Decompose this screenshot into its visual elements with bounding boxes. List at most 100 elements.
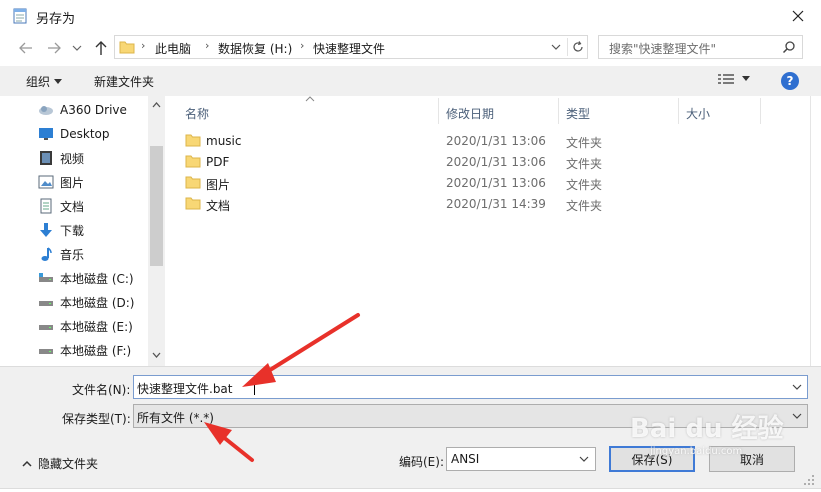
folder-icon xyxy=(185,133,201,147)
folder-icon xyxy=(119,40,135,54)
chevron-down-icon xyxy=(792,384,802,390)
column-divider[interactable] xyxy=(760,98,761,124)
drive-icon xyxy=(38,270,54,286)
breadcrumb-separator: › xyxy=(141,39,146,52)
chevron-down-icon xyxy=(578,453,590,465)
chevron-down-icon xyxy=(152,352,161,358)
drive-icon xyxy=(38,294,54,310)
scroll-down-button[interactable] xyxy=(148,348,165,362)
organize-button[interactable]: 组织 xyxy=(26,73,63,90)
sidebar-item-documents[interactable]: 文档 xyxy=(38,196,84,216)
file-row[interactable]: PDF 2020/1/31 13:06 文件夹 xyxy=(185,152,785,172)
hide-folders-label: 隐藏文件夹 xyxy=(38,457,99,471)
sort-ascending-icon xyxy=(305,96,315,102)
pictures-icon xyxy=(38,174,54,190)
search-input[interactable]: 搜索"快速整理文件" xyxy=(598,35,803,59)
refresh-button[interactable] xyxy=(567,38,587,56)
sidebar-item-drive-f[interactable]: 本地磁盘 (F:) xyxy=(38,340,131,360)
file-row[interactable]: 文档 2020/1/31 14:39 文件夹 xyxy=(185,194,785,214)
file-row[interactable]: music 2020/1/31 13:06 文件夹 xyxy=(185,131,785,151)
encoding-select[interactable]: ANSI xyxy=(446,447,596,471)
column-header-type[interactable]: 类型 xyxy=(566,105,590,122)
sidebar-item-pictures[interactable]: 图片 xyxy=(38,172,84,192)
column-divider[interactable] xyxy=(438,98,439,124)
file-modified: 2020/1/31 13:06 xyxy=(446,134,546,148)
documents-icon xyxy=(38,198,54,214)
column-header-size[interactable]: 大小 xyxy=(686,105,710,122)
details-view-icon xyxy=(718,74,734,84)
video-icon xyxy=(38,150,54,166)
chevron-down-icon xyxy=(72,45,82,51)
recent-locations-button[interactable] xyxy=(68,38,86,58)
sidebar-item-label: 本地磁盘 (D:) xyxy=(60,295,135,310)
sidebar-item-label: 图片 xyxy=(60,175,85,190)
sidebar-item-desktop[interactable]: Desktop xyxy=(38,124,110,144)
sidebar-item-music[interactable]: 音乐 xyxy=(38,244,84,264)
chevron-up-icon xyxy=(22,460,32,467)
forward-button[interactable] xyxy=(42,38,66,58)
caret-down-icon xyxy=(742,76,750,81)
notepad-icon xyxy=(12,8,28,24)
breadcrumb-folder[interactable]: 快速整理文件 xyxy=(313,40,385,57)
title-bar xyxy=(0,0,821,32)
baidu-watermark-url: jingyan.baidu.com xyxy=(650,446,743,457)
caret-down-icon xyxy=(54,78,63,84)
chevron-down-icon xyxy=(551,44,561,50)
file-type: 文件夹 xyxy=(566,199,603,213)
chevron-down-icon xyxy=(791,410,803,422)
resize-grip-icon[interactable] xyxy=(803,474,815,486)
folder-icon xyxy=(185,175,201,189)
filetype-label: 保存类型(T): xyxy=(62,412,131,426)
sidebar-item-drive-d[interactable]: 本地磁盘 (D:) xyxy=(38,292,134,312)
encoding-label: 编码(E): xyxy=(399,455,444,469)
sidebar-item-label: 文档 xyxy=(60,199,85,214)
filename-value: 快速整理文件.bat xyxy=(137,382,233,396)
folder-icon xyxy=(185,196,201,210)
arrow-right-icon xyxy=(48,42,61,54)
arrow-left-icon xyxy=(19,42,32,54)
filename-label: 文件名(N): xyxy=(72,383,131,397)
close-button[interactable] xyxy=(775,0,821,32)
chevron-up-icon xyxy=(152,102,161,108)
arrow-up-icon xyxy=(95,41,107,55)
file-type: 文件夹 xyxy=(566,157,603,171)
file-modified: 2020/1/31 13:06 xyxy=(446,155,546,169)
sidebar-item-label: 下载 xyxy=(60,223,85,238)
music-icon xyxy=(38,246,54,262)
file-type: 文件夹 xyxy=(566,178,603,192)
file-name: 文档 xyxy=(206,199,231,213)
cloud-icon xyxy=(38,102,54,118)
up-button[interactable] xyxy=(90,37,112,59)
breadcrumb-this-pc[interactable]: 此电脑 xyxy=(155,40,191,57)
file-modified: 2020/1/31 13:06 xyxy=(446,176,546,190)
sidebar-item-videos[interactable]: 视频 xyxy=(38,148,84,168)
baidu-watermark: Bai du 经验 xyxy=(630,414,784,444)
help-button[interactable]: ? xyxy=(781,72,799,90)
hide-folders-toggle[interactable]: 隐藏文件夹 xyxy=(22,455,98,472)
column-header-name[interactable]: 名称 xyxy=(185,105,209,122)
sidebar-item-a360-drive[interactable]: A360 Drive xyxy=(38,100,127,120)
filename-field[interactable]: 快速整理文件.bat xyxy=(133,375,808,399)
address-dropdown-button[interactable] xyxy=(549,40,563,54)
column-divider[interactable] xyxy=(678,98,679,124)
sidebar-item-drive-c[interactable]: 本地磁盘 (C:) xyxy=(38,268,134,288)
search-placeholder: 搜索"快速整理文件" xyxy=(609,42,717,56)
new-folder-button[interactable]: 新建文件夹 xyxy=(94,73,154,90)
refresh-icon xyxy=(572,41,583,52)
file-row[interactable]: 图片 2020/1/31 13:06 文件夹 xyxy=(185,173,785,193)
file-name: 图片 xyxy=(206,178,231,192)
filename-history-dropdown[interactable] xyxy=(791,381,803,393)
sidebar-item-label: 视频 xyxy=(60,151,85,166)
sidebar-item-downloads[interactable]: 下载 xyxy=(38,220,84,240)
back-button[interactable] xyxy=(14,38,38,58)
encoding-value: ANSI xyxy=(451,452,480,466)
scroll-up-button[interactable] xyxy=(148,98,165,112)
sidebar-scroll-thumb[interactable] xyxy=(150,146,163,266)
address-bar[interactable]: › 此电脑 › 数据恢复 (H:) › 快速整理文件 xyxy=(114,35,588,59)
view-options-button[interactable] xyxy=(718,73,750,85)
column-divider[interactable] xyxy=(558,98,559,124)
breadcrumb-drive[interactable]: 数据恢复 (H:) xyxy=(218,40,292,57)
drive-icon xyxy=(38,342,54,358)
sidebar-item-drive-e[interactable]: 本地磁盘 (E:) xyxy=(38,316,133,336)
column-header-modified[interactable]: 修改日期 xyxy=(446,105,494,122)
